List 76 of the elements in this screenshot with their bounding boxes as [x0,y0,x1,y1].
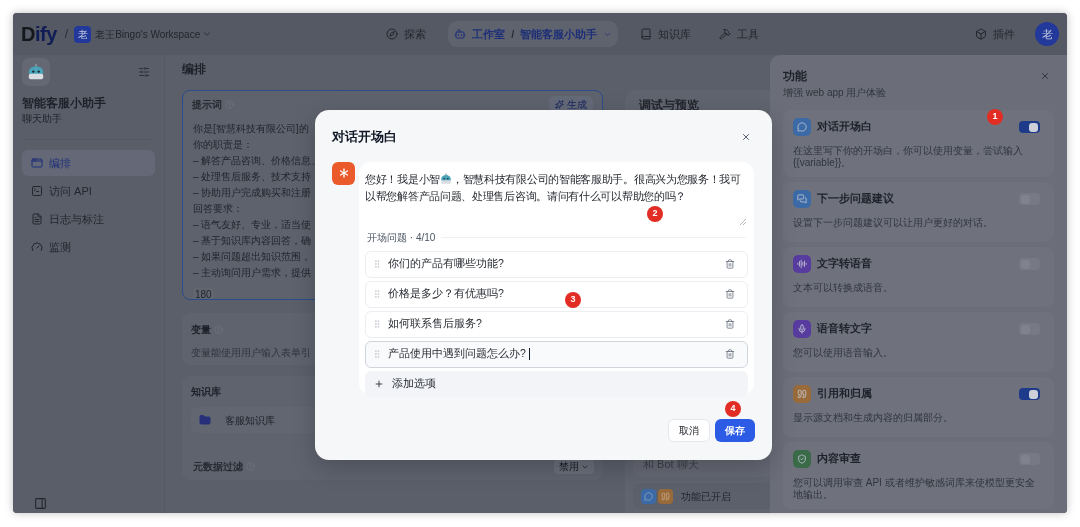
workspace-avatar: 老 [74,25,92,43]
feature-title: 引用和归属 [817,386,872,402]
feature-title: 下一步问题建议 [817,191,894,207]
nav-tab[interactable]: 工作室 / 智能客服小助手 [448,21,619,47]
cube-icon [975,28,987,40]
prompt-label: 提示词 [192,97,222,112]
text-cursor [528,348,530,360]
question-text: 价格是多少？有优惠吗? [388,286,504,302]
plus-icon [374,378,384,389]
knowledge-label: 知识库 [191,385,222,399]
app-name: 智能客服小助手 [22,95,107,112]
section-title: 编排 [182,61,207,77]
question-field[interactable]: 如何联系售后服务? [365,310,748,338]
question-text: 产品使用中遇到问题怎么办? [388,346,526,362]
question-text: 如何联系售后服务? [388,316,482,332]
variables-label: 变量 [191,323,211,337]
panel-toggle-icon[interactable] [34,497,47,510]
trash-icon[interactable] [725,319,735,329]
quote-icon [661,491,670,501]
drawer-title: 功能 [783,68,808,85]
trash-icon[interactable] [725,289,735,299]
chat-bubbles-icon [797,194,807,204]
question-field[interactable]: 产品使用中遇到问题怎么办? [365,340,748,368]
chat-bubble-icon [797,122,807,132]
terminal-icon [31,185,43,197]
compass-icon [386,28,399,40]
save-button[interactable]: 保存 [715,418,755,442]
breadcrumb-app: 智能客服小助手 [520,26,598,42]
character-count: 180 [193,288,214,299]
toggle-switch[interactable] [1019,121,1040,133]
metadata-filter-label: 元数据过滤 [193,460,243,474]
sliders-icon [138,66,150,78]
robot-icon [27,63,45,81]
document-icon [31,213,43,225]
user-avatar[interactable]: 老 [1035,22,1059,46]
drag-handle-icon[interactable] [372,349,382,359]
separator: / [64,26,69,43]
quote-icon [797,389,807,399]
separator: / [511,26,515,42]
debug-title: 调试与预览 [638,97,700,114]
window-icon [31,157,43,169]
folder-icon [199,414,211,426]
opening-text-field[interactable]: 您好！我是小智 ，智慧科技有限公司的智能客服助手。很高兴为您服务！我可以帮您解答产品问题、处理售后咨询。请问有什么可以帮助您的吗？ [365,170,748,205]
shield-icon [797,454,807,464]
toggle-switch[interactable] [1019,388,1040,400]
cancel-button[interactable]: 取消 [668,418,710,442]
drag-handle-icon[interactable] [372,319,382,329]
trash-icon[interactable] [725,259,735,269]
microphone-icon [797,324,807,334]
gauge-icon [31,241,43,253]
drag-handle-icon[interactable] [372,289,382,299]
dialog-title: 对话开场白 [332,128,397,146]
hammer-icon [719,28,732,40]
resize-handle-icon [740,218,746,225]
nav-label: 工作室 [472,26,506,42]
close-icon[interactable] [1040,71,1050,81]
logo: Dify [21,22,57,47]
drag-handle-icon[interactable] [372,259,382,269]
feature-title: 对话开场白 [817,119,872,135]
book-icon [640,28,653,40]
trash-icon[interactable] [725,349,735,359]
sparkle-icon [555,99,564,109]
feature-title: 语音转文字 [817,321,872,337]
close-icon[interactable] [741,131,751,142]
robot-icon [454,28,467,40]
chevron-down-icon [202,29,213,39]
questions-label: 开场问题 · 4/10 [367,230,436,245]
step-badge: 2 [647,205,663,222]
add-option-button[interactable]: 添加选项 [365,370,748,397]
feature-title: 内容审查 [817,451,861,467]
feature-title: 文字转语音 [817,256,872,272]
chat-bubble-icon [644,491,653,501]
robot-icon [439,172,452,185]
question-text: 你们的产品有哪些功能? [388,256,504,272]
question-field[interactable]: 你们的产品有哪些功能? [365,250,748,278]
audio-wave-icon [797,259,807,269]
